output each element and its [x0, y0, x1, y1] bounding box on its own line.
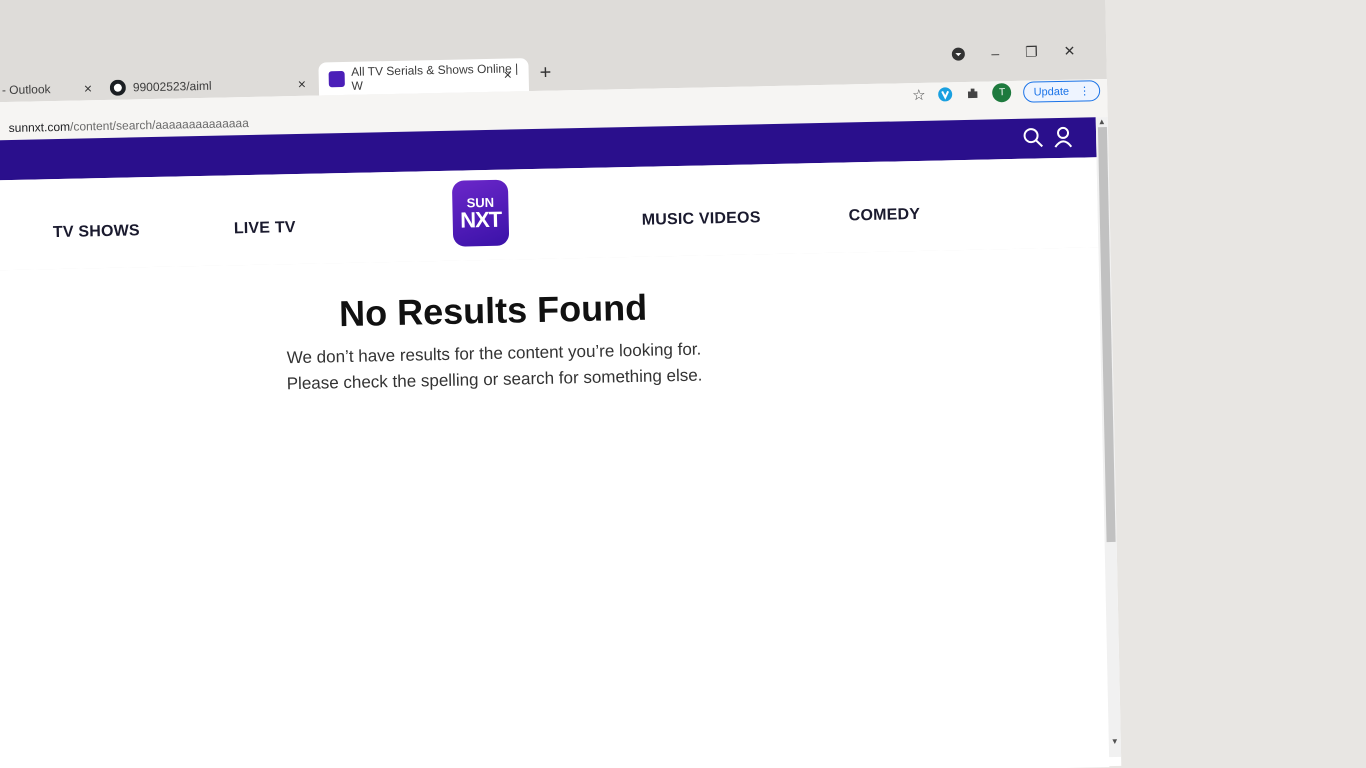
tab-title: All TV Serials & Shows Online | W: [351, 60, 519, 93]
new-tab-button[interactable]: +: [539, 62, 551, 85]
user-account-icon[interactable]: [1052, 126, 1074, 148]
tab-outlook[interactable]: - Outlook ×: [2, 75, 113, 103]
window-controls: – ❐ ✕: [951, 43, 1076, 63]
tab-close-icon[interactable]: ×: [84, 80, 93, 96]
logo-line2: NXT: [459, 206, 502, 233]
search-results-content: No Results Found We don’t have results f…: [0, 247, 1110, 768]
tab-search-icon[interactable]: [951, 46, 965, 61]
github-icon: [109, 79, 126, 96]
search-icon[interactable]: [1022, 126, 1044, 148]
sunnxt-logo[interactable]: SUN NXT: [451, 179, 510, 247]
minimize-button[interactable]: –: [991, 45, 999, 61]
restore-button[interactable]: ❐: [1025, 43, 1038, 60]
update-button[interactable]: Update ⋮: [1023, 80, 1101, 103]
nav-comedy[interactable]: COMEDY: [849, 206, 921, 225]
close-window-button[interactable]: ✕: [1063, 43, 1075, 60]
extensions-puzzle-icon[interactable]: [965, 86, 980, 101]
tab-sunnxt-active[interactable]: All TV Serials & Shows Online | W ×: [318, 58, 530, 96]
sunnxt-favicon-icon: [328, 70, 345, 87]
bookmark-star-icon[interactable]: ☆: [912, 85, 926, 103]
menu-kebab-icon[interactable]: ⋮: [1079, 84, 1090, 97]
tab-title: - Outlook: [1, 82, 51, 98]
scroll-down-icon[interactable]: ▼: [1111, 737, 1119, 746]
update-label: Update: [1033, 85, 1070, 99]
nav-tv-shows[interactable]: TV SHOWS: [53, 222, 140, 242]
toolbar-icons: ☆ T Update ⋮: [912, 80, 1101, 105]
tab-close-icon[interactable]: ×: [298, 76, 307, 92]
tab-close-icon[interactable]: ×: [504, 66, 513, 82]
scroll-up-icon[interactable]: ▲: [1098, 117, 1106, 126]
screen: - Outlook × 99002523/aiml × All TV Seria…: [0, 0, 1366, 768]
no-results-title: No Results Found: [338, 286, 648, 335]
vpn-extension-icon[interactable]: [937, 86, 953, 102]
profile-avatar[interactable]: T: [992, 82, 1012, 103]
nav-music-videos[interactable]: MUSIC VIDEOS: [642, 209, 761, 229]
url-domain: sunnxt.com: [8, 119, 71, 136]
nav-live-tv[interactable]: LIVE TV: [234, 219, 296, 238]
tab-title: 99002523/aiml: [132, 78, 212, 95]
browser-window: - Outlook × 99002523/aiml × All TV Seria…: [0, 0, 1122, 768]
